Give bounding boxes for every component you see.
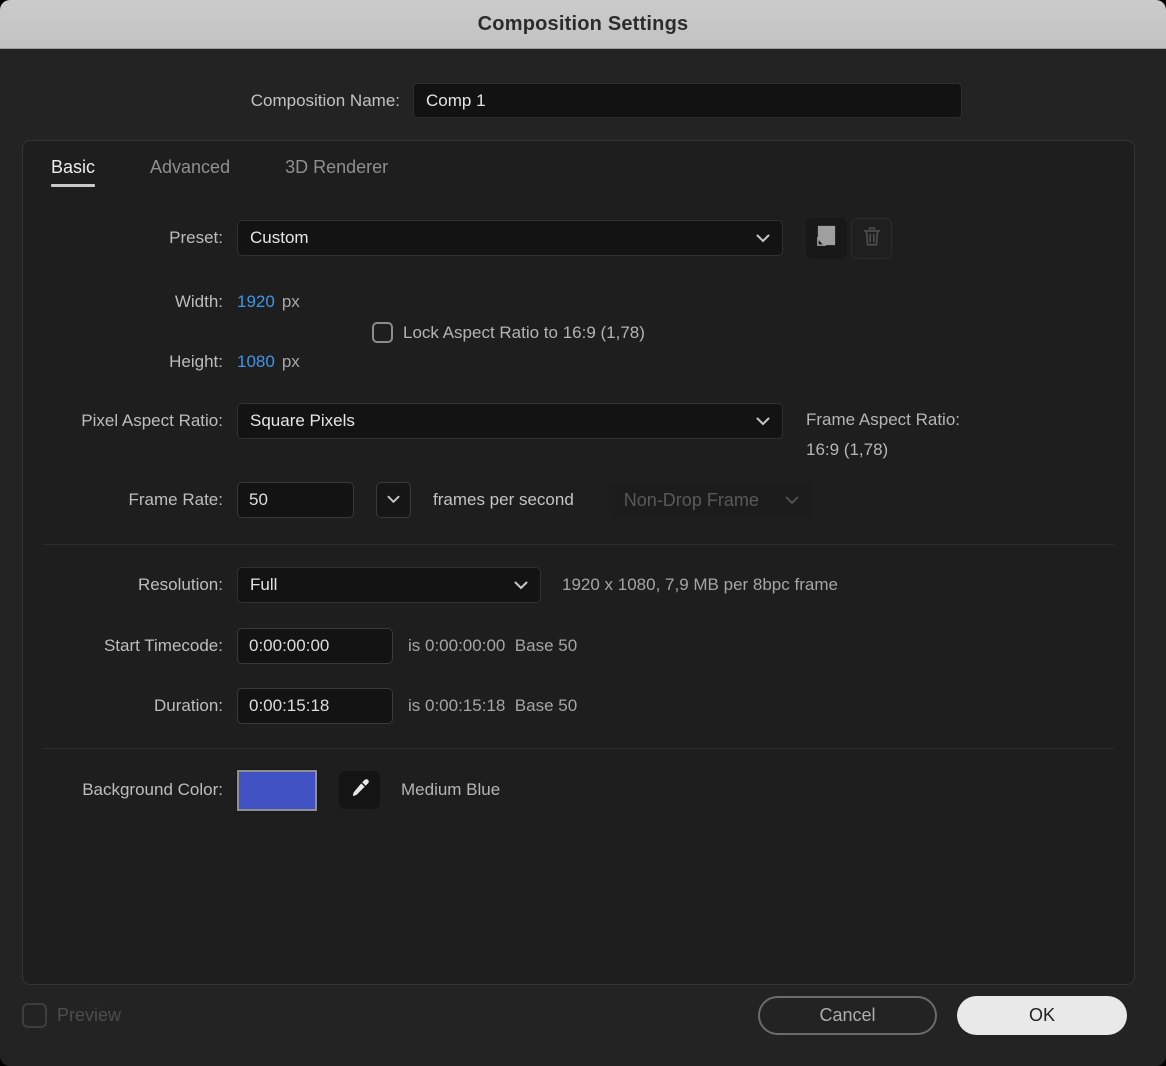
resolution-dropdown[interactable]: Full <box>237 567 541 603</box>
height-unit: px <box>282 352 300 372</box>
background-color-row: Background Color: Medium Blue <box>23 769 500 811</box>
tab-3d-renderer[interactable]: 3D Renderer <box>285 157 388 187</box>
settings-panel: Basic Advanced 3D Renderer Preset: Custo… <box>22 140 1135 985</box>
frame-rate-label: Frame Rate: <box>23 490 237 510</box>
chevron-down-icon <box>785 496 799 505</box>
tab-basic[interactable]: Basic <box>51 157 95 187</box>
resolution-info: 1920 x 1080, 7,9 MB per 8bpc frame <box>562 575 838 595</box>
resolution-row: Resolution: Full 1920 x 1080, 7,9 MB per… <box>23 567 838 603</box>
eyedropper-icon <box>349 777 371 804</box>
frame-rate-unit: frames per second <box>433 490 574 510</box>
tab-bar: Basic Advanced 3D Renderer <box>51 157 388 187</box>
start-timecode-row: Start Timecode: is 0:00:00:00 Base 50 <box>23 628 577 664</box>
save-preset-button[interactable] <box>806 218 847 259</box>
trash-icon <box>861 225 883 252</box>
preview-checkbox[interactable] <box>22 1003 47 1028</box>
preset-label: Preset: <box>23 228 237 248</box>
tab-advanced[interactable]: Advanced <box>150 157 230 187</box>
tab-advanced-label: Advanced <box>150 157 230 177</box>
chevron-down-icon <box>514 581 528 590</box>
cancel-button[interactable]: Cancel <box>758 996 937 1035</box>
start-timecode-info: is 0:00:00:00 Base 50 <box>408 636 577 656</box>
frame-aspect-info: Frame Aspect Ratio: 16:9 (1,78) <box>806 405 960 465</box>
lock-aspect-row: Lock Aspect Ratio to 16:9 (1,78) <box>372 322 645 343</box>
composition-name-input[interactable] <box>413 83 962 118</box>
start-timecode-label: Start Timecode: <box>23 636 237 656</box>
preview-toggle: Preview <box>22 1003 121 1028</box>
frame-aspect-value: 16:9 (1,78) <box>806 435 960 465</box>
section-divider <box>43 748 1114 749</box>
width-unit: px <box>282 292 300 312</box>
chevron-down-icon <box>756 234 770 243</box>
save-preset-icon <box>815 224 838 252</box>
chevron-down-icon <box>387 491 400 509</box>
pixel-aspect-label: Pixel Aspect Ratio: <box>23 411 237 431</box>
duration-info: is 0:00:15:18 Base 50 <box>408 696 577 716</box>
eyedropper-button[interactable] <box>339 771 380 809</box>
dialog-titlebar[interactable]: Composition Settings <box>0 0 1166 49</box>
tab-3d-renderer-label: 3D Renderer <box>285 157 388 177</box>
frame-rate-input[interactable] <box>237 482 354 518</box>
pixel-aspect-row: Pixel Aspect Ratio: Square Pixels <box>23 403 783 439</box>
duration-label: Duration: <box>23 696 237 716</box>
lock-aspect-label: Lock Aspect Ratio to 16:9 (1,78) <box>403 323 645 343</box>
width-value[interactable]: 1920 <box>237 292 275 312</box>
height-row: Height: 1080 px <box>23 344 300 380</box>
active-tab-underline <box>51 184 95 187</box>
frame-rate-preset-button[interactable] <box>376 482 411 518</box>
drop-frame-dropdown: Non-Drop Frame <box>610 482 813 518</box>
preview-label: Preview <box>57 1005 121 1026</box>
resolution-label: Resolution: <box>23 575 237 595</box>
preset-value: Custom <box>250 228 748 248</box>
preset-row: Preset: Custom <box>23 220 892 256</box>
start-timecode-input[interactable] <box>237 628 393 664</box>
frame-aspect-label: Frame Aspect Ratio: <box>806 405 960 435</box>
pixel-aspect-value: Square Pixels <box>250 411 748 431</box>
background-color-label: Background Color: <box>23 780 237 800</box>
width-label: Width: <box>23 292 237 312</box>
ok-button[interactable]: OK <box>957 996 1127 1035</box>
width-row: Width: 1920 px <box>23 284 300 320</box>
duration-row: Duration: is 0:00:15:18 Base 50 <box>23 688 577 724</box>
background-color-name: Medium Blue <box>401 780 500 800</box>
section-divider <box>43 544 1114 545</box>
preset-dropdown[interactable]: Custom <box>237 220 783 256</box>
duration-input[interactable] <box>237 688 393 724</box>
composition-name-label: Composition Name: <box>0 91 413 111</box>
frame-rate-row: Frame Rate: frames per second Non-Drop F… <box>23 482 813 518</box>
resolution-value: Full <box>250 575 506 595</box>
delete-preset-button[interactable] <box>851 218 892 259</box>
background-color-swatch[interactable] <box>237 770 317 811</box>
composition-name-row: Composition Name: <box>0 83 1166 118</box>
composition-settings-dialog: Composition Settings Composition Name: B… <box>0 0 1166 1066</box>
drop-frame-value: Non-Drop Frame <box>624 490 759 511</box>
height-value[interactable]: 1080 <box>237 352 275 372</box>
chevron-down-icon <box>756 417 770 426</box>
lock-aspect-checkbox[interactable] <box>372 322 393 343</box>
tab-basic-label: Basic <box>51 157 95 177</box>
height-label: Height: <box>23 352 237 372</box>
dialog-title: Composition Settings <box>478 13 689 36</box>
pixel-aspect-dropdown[interactable]: Square Pixels <box>237 403 783 439</box>
